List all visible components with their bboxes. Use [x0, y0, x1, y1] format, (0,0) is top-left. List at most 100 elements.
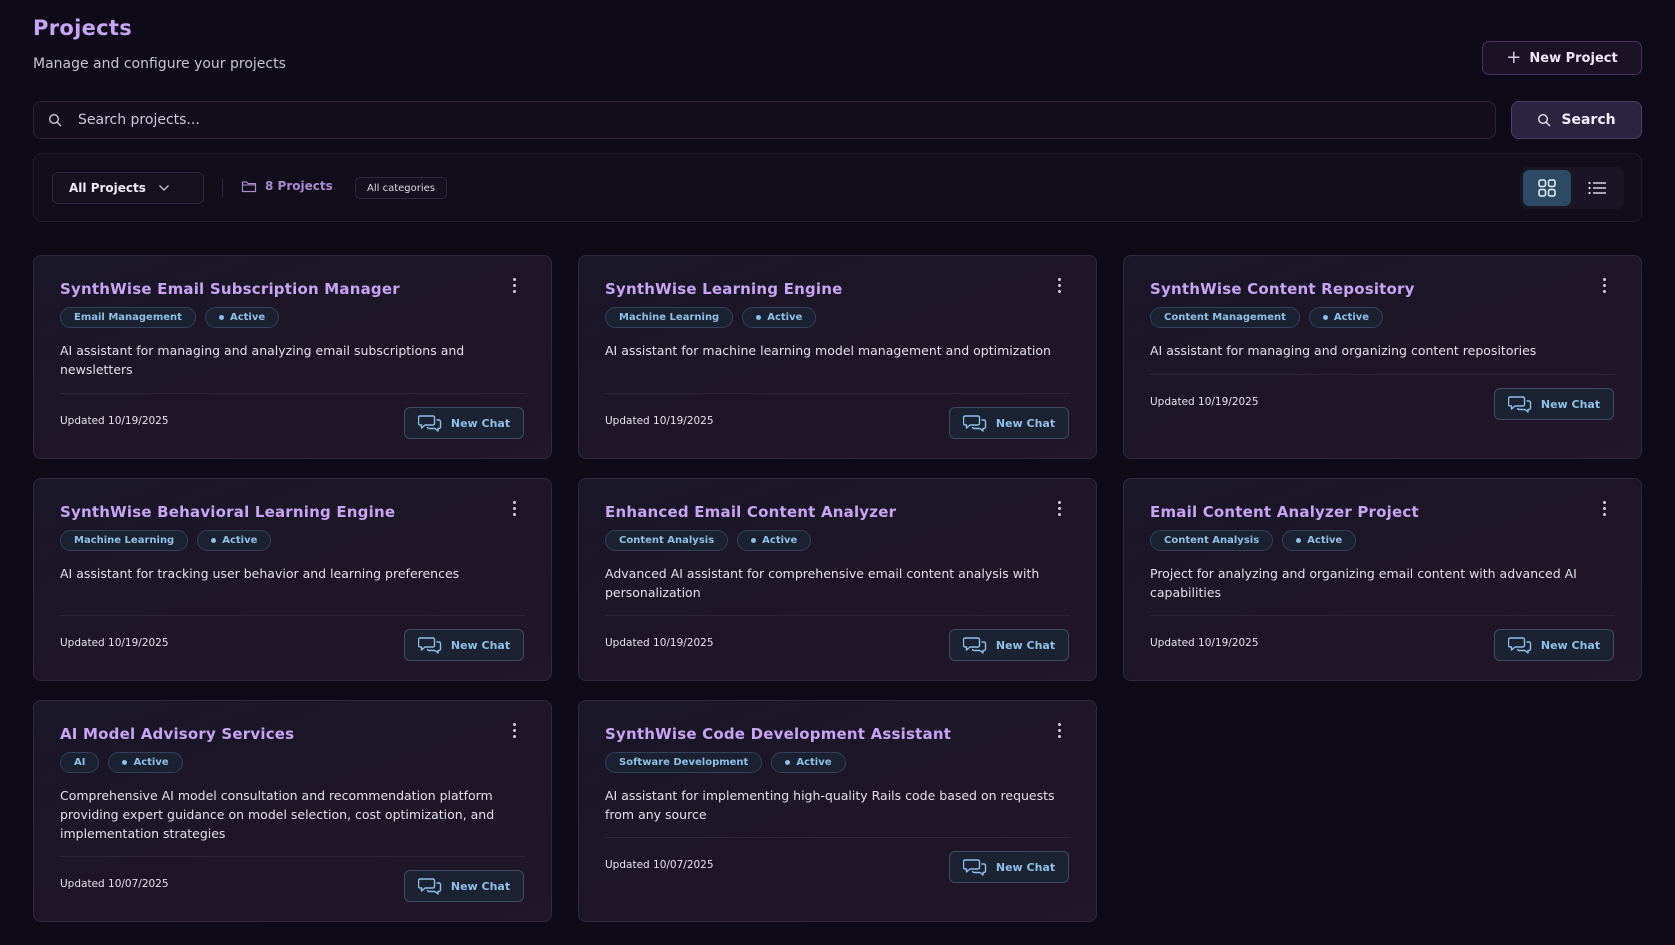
updated-date: Updated 10/19/2025 — [1150, 396, 1259, 408]
more-vertical-icon[interactable] — [1058, 723, 1062, 738]
grid-icon — [1538, 179, 1556, 197]
status-label: Active — [133, 757, 169, 768]
card-divider — [60, 856, 525, 857]
project-title[interactable]: SynthWise Learning Engine — [605, 280, 843, 298]
project-card[interactable]: SynthWise Behavioral Learning Engine Mac… — [33, 478, 552, 681]
category-tag: AI — [60, 752, 100, 773]
new-chat-button[interactable]: New Chat — [949, 407, 1069, 439]
project-card[interactable]: SynthWise Content Repository Content Man… — [1123, 255, 1642, 459]
status-label: Active — [222, 535, 258, 546]
search-icon — [1538, 113, 1551, 127]
updated-date: Updated 10/07/2025 — [60, 878, 169, 890]
status-badge: Active — [197, 530, 272, 551]
project-card[interactable]: SynthWise Email Subscription Manager Ema… — [33, 255, 552, 459]
status-label: Active — [767, 312, 803, 323]
new-chat-label: New Chat — [995, 638, 1056, 652]
project-title[interactable]: SynthWise Content Repository — [1150, 280, 1415, 298]
status-dot-icon — [1296, 538, 1302, 543]
status-dot-icon — [751, 538, 757, 543]
search-icon — [48, 113, 62, 127]
project-tags: Content Management Active — [1150, 307, 1384, 328]
project-description: AI assistant for implementing high-quali… — [605, 788, 1055, 822]
project-title[interactable]: AI Model Advisory Services — [60, 725, 294, 743]
new-chat-button[interactable]: New Chat — [1494, 629, 1614, 661]
more-vertical-icon[interactable] — [1603, 278, 1607, 293]
new-project-button[interactable]: + New Project — [1482, 41, 1642, 75]
category-tag: Content Analysis — [605, 530, 729, 551]
filter-bar: All Projects 8 Projects All categories — [33, 153, 1642, 222]
card-divider — [60, 615, 525, 616]
new-chat-label: New Chat — [450, 416, 511, 430]
new-chat-button[interactable]: New Chat — [949, 851, 1069, 883]
updated-date: Updated 10/19/2025 — [60, 415, 169, 427]
list-view-button[interactable] — [1573, 170, 1621, 206]
chevron-down-icon — [158, 185, 169, 191]
status-label: Active — [1307, 535, 1343, 546]
status-dot-icon — [218, 315, 224, 320]
project-card[interactable]: Enhanced Email Content Analyzer Content … — [578, 478, 1097, 681]
card-divider — [605, 393, 1070, 394]
chat-bubbles-icon — [962, 637, 987, 654]
status-badge: Active — [742, 307, 817, 328]
card-divider — [605, 615, 1070, 616]
project-card[interactable]: Email Content Analyzer Project Content A… — [1123, 478, 1642, 681]
page-subtitle: Manage and configure your projects — [33, 56, 286, 72]
category-tag: Content Analysis — [1150, 530, 1274, 551]
status-badge: Active — [1308, 307, 1384, 328]
new-chat-label: New Chat — [450, 638, 511, 652]
status-dot-icon — [785, 760, 791, 765]
status-dot-icon — [1322, 315, 1328, 320]
project-card[interactable]: SynthWise Code Development Assistant Sof… — [578, 700, 1097, 922]
new-chat-button[interactable]: New Chat — [1494, 388, 1614, 420]
new-chat-button[interactable]: New Chat — [404, 407, 524, 439]
chat-bubbles-icon — [417, 878, 442, 895]
project-card[interactable]: AI Model Advisory Services AI Active Com… — [33, 700, 552, 922]
page-title: Projects — [33, 16, 133, 40]
project-title[interactable]: Email Content Analyzer Project — [1150, 503, 1419, 521]
new-chat-button[interactable]: New Chat — [949, 629, 1069, 661]
project-description: AI assistant for managing and organizing… — [1150, 343, 1537, 358]
card-divider — [1150, 615, 1615, 616]
project-card[interactable]: SynthWise Learning Engine Machine Learni… — [578, 255, 1097, 459]
search-button[interactable]: Search — [1511, 101, 1642, 139]
project-title[interactable]: SynthWise Code Development Assistant — [605, 725, 951, 743]
more-vertical-icon[interactable] — [513, 501, 517, 516]
project-tags: Content Analysis Active — [605, 530, 812, 551]
updated-date: Updated 10/07/2025 — [605, 859, 714, 871]
status-badge: Active — [108, 752, 183, 773]
project-tags: AI Active — [60, 752, 183, 773]
new-chat-button[interactable]: New Chat — [404, 870, 524, 902]
updated-date: Updated 10/19/2025 — [605, 637, 714, 649]
category-badge[interactable]: All categories — [355, 177, 447, 199]
new-chat-button[interactable]: New Chat — [404, 629, 524, 661]
project-filter-dropdown[interactable]: All Projects — [52, 172, 204, 204]
status-label: Active — [762, 535, 798, 546]
project-title[interactable]: Enhanced Email Content Analyzer — [605, 503, 896, 521]
category-tag: Machine Learning — [605, 307, 734, 328]
chat-bubbles-icon — [962, 415, 987, 432]
folder-icon — [241, 180, 257, 192]
status-label: Active — [796, 757, 832, 768]
chat-bubbles-icon — [962, 859, 987, 876]
more-vertical-icon[interactable] — [1058, 501, 1062, 516]
project-tags: Email Management Active — [60, 307, 280, 328]
new-chat-label: New Chat — [450, 879, 511, 893]
status-label: Active — [1333, 312, 1370, 323]
project-title[interactable]: SynthWise Behavioral Learning Engine — [60, 503, 395, 521]
filter-divider — [222, 179, 223, 197]
project-tags: Machine Learning Active — [60, 530, 272, 551]
search-field[interactable] — [33, 101, 1496, 139]
updated-date: Updated 10/19/2025 — [605, 415, 714, 427]
status-badge: Active — [204, 307, 280, 328]
more-vertical-icon[interactable] — [1603, 501, 1607, 516]
new-chat-label: New Chat — [995, 416, 1056, 430]
more-vertical-icon[interactable] — [1058, 278, 1062, 293]
project-title[interactable]: SynthWise Email Subscription Manager — [60, 280, 400, 298]
more-vertical-icon[interactable] — [513, 723, 517, 738]
project-description: AI assistant for managing and analyzing … — [60, 343, 465, 377]
grid-view-button[interactable] — [1523, 170, 1571, 206]
search-input[interactable] — [76, 111, 1460, 129]
more-vertical-icon[interactable] — [513, 278, 517, 293]
project-description: AI assistant for machine learning model … — [605, 343, 1051, 358]
card-divider — [60, 393, 525, 394]
